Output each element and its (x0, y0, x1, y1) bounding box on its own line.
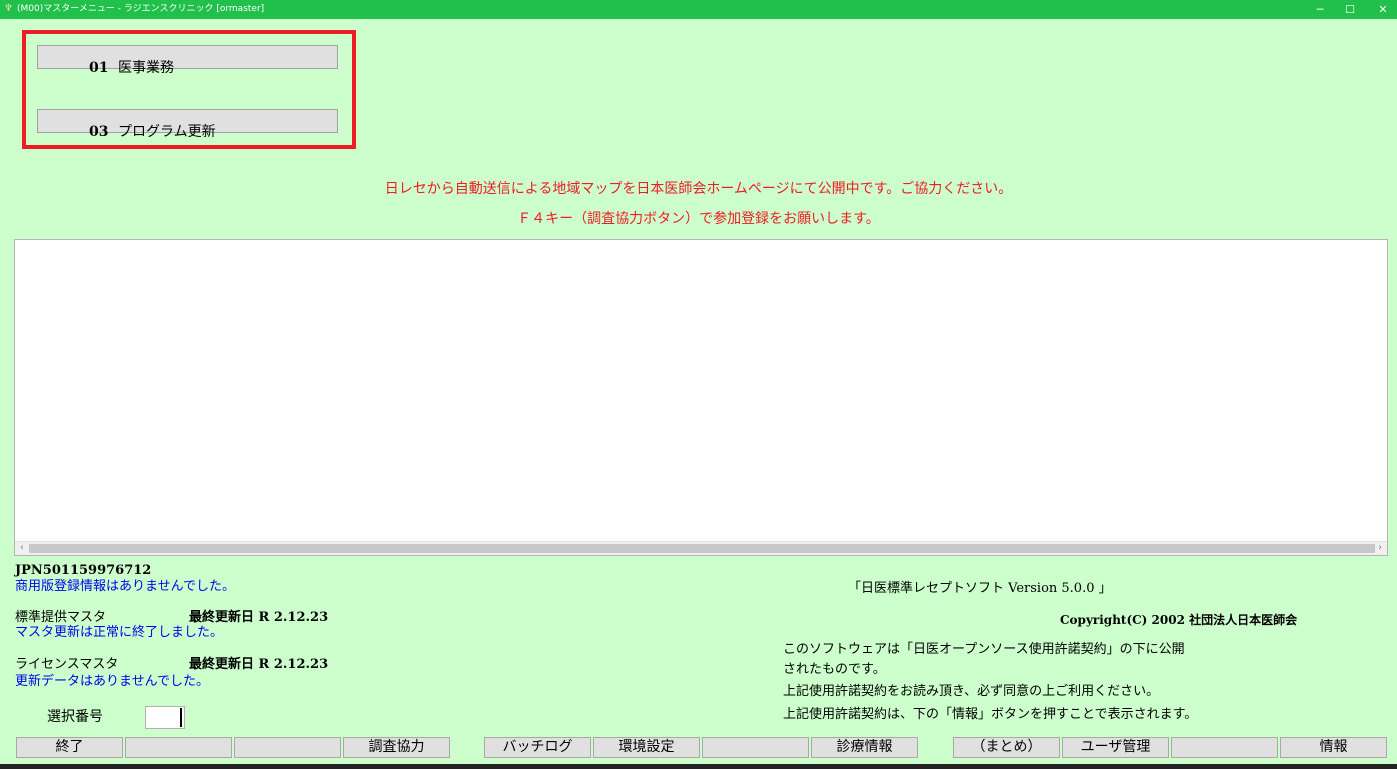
std-master-date: 最終更新日 R 2.12.23 (189, 610, 329, 625)
close-icon[interactable]: ✕ (1368, 0, 1397, 19)
title-bar[interactable]: ♆ (M00)マスターメニュー - ラジエンスクリニック [ormaster] … (0, 0, 1397, 19)
license-text-line: 上記使用許諾契約をお読み頂き、必ず同意の上ご利用ください。 (783, 684, 1160, 699)
license-master-status: 更新データはありませんでした。 (15, 674, 209, 689)
license-master-date: 最終更新日 R 2.12.23 (189, 657, 329, 672)
maximize-icon[interactable]: ☐ (1335, 0, 1365, 19)
fkey-batch-log-button[interactable]: バッチログ (484, 737, 591, 758)
scrollbar-thumb[interactable] (29, 544, 1375, 553)
fkey-survey-button[interactable]: 調査協力 (343, 737, 450, 758)
fkey-settings-button[interactable]: 環境設定 (593, 737, 700, 758)
scroll-right-icon[interactable]: › (1373, 542, 1387, 555)
menu-item-number: 03 (89, 124, 109, 140)
version-text: 「日医標準レセプトソフト Version 5.0.0 」 (848, 581, 1112, 596)
license-master-label: ライセンスマスタ (15, 657, 119, 672)
license-text-line: されたものです。 (783, 662, 886, 677)
menu-item-label: 医事業務 (118, 60, 174, 76)
fkey-summary-button[interactable]: （まとめ） (953, 737, 1060, 758)
std-master-label: 標準提供マスタ (15, 610, 107, 625)
select-number-input[interactable] (145, 706, 185, 729)
commercial-status: 商用版登録情報はありませんでした。 (15, 579, 235, 594)
minimize-icon[interactable]: ─ (1305, 0, 1335, 19)
select-number-label: 選択番号 (47, 709, 103, 725)
scroll-left-icon[interactable]: ‹ (15, 542, 29, 555)
bottom-border (0, 764, 1397, 769)
window-title: (M00)マスターメニュー - ラジエンスクリニック [ormaster] (17, 4, 265, 14)
fkey-medical-info-button[interactable]: 診療情報 (811, 737, 918, 758)
log-text-area[interactable]: ‹ › (14, 239, 1388, 556)
license-text-line: このソフトウェアは「日医オープンソース使用許諾契約」の下に公開 (783, 642, 1185, 657)
menu-item-label: プログラム更新 (118, 124, 216, 140)
menu-item-number: 01 (89, 60, 109, 76)
menu-button-program-update[interactable]: 03 プログラム更新 (37, 109, 338, 140)
menu-button-medical-office[interactable]: 01 医事業務 (37, 45, 338, 76)
notice-line-2: Ｆ４キー（調査協力ボタン）で参加登録をお願いします。 (517, 211, 880, 227)
fkey-3-button[interactable] (234, 737, 341, 758)
horizontal-scrollbar[interactable]: ‹ › (15, 541, 1387, 555)
text-caret (180, 708, 182, 727)
jpn-id: JPN501159976712 (15, 563, 152, 578)
fkey-exit-button[interactable]: 終了 (16, 737, 123, 758)
notice-line-1: 日レセから自動送信による地域マップを日本医師会ホームページにて公開中です。ご協力… (384, 181, 1013, 197)
copyright-text: Copyright(C) 2002 社団法人日本医師会 (1060, 613, 1298, 627)
fkey-2-button[interactable] (125, 737, 232, 758)
fkey-7-button[interactable] (702, 737, 809, 758)
std-master-status: マスタ更新は正常に終了しました。 (15, 625, 224, 640)
fkey-11-button[interactable] (1171, 737, 1278, 758)
fkey-info-button[interactable]: 情報 (1280, 737, 1387, 758)
fkey-user-admin-button[interactable]: ユーザ管理 (1062, 737, 1169, 758)
app-icon: ♆ (4, 3, 13, 14)
license-text-line: 上記使用許諾契約は、下の「情報」ボタンを押すことで表示されます。 (783, 707, 1198, 722)
